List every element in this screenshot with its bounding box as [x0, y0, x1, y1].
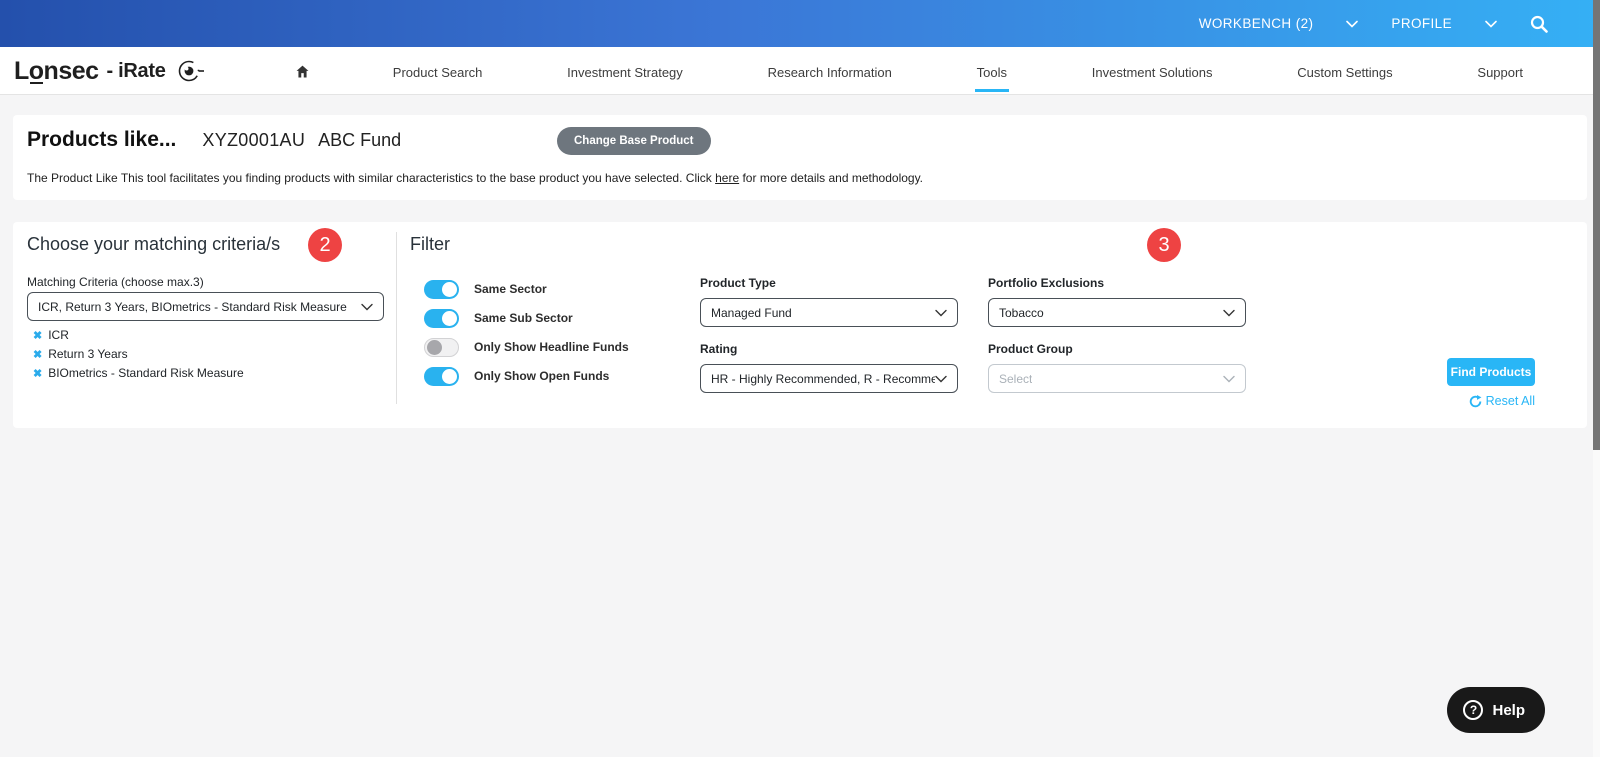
toggle-row: Only Show Open Funds [424, 366, 629, 386]
step-badge-3: 3 [1147, 228, 1181, 262]
toggle-label: Only Show Open Funds [474, 369, 610, 383]
nav-custom-settings[interactable]: Custom Settings [1295, 50, 1394, 92]
question-icon: ? [1463, 700, 1484, 720]
criteria-tag-label: ICR [48, 328, 69, 342]
nav-investment-strategy[interactable]: Investment Strategy [565, 50, 685, 92]
portfolio-exclusions-label: Portfolio Exclusions [988, 276, 1105, 290]
same-sector-toggle[interactable] [424, 279, 459, 299]
product-type-value: Managed Fund [711, 305, 792, 320]
product-group-label: Product Group [988, 342, 1073, 356]
headline-funds-toggle[interactable] [424, 337, 459, 357]
product-type-select[interactable]: Managed Fund [700, 298, 958, 327]
nav-home[interactable] [295, 64, 310, 79]
step-badge-2: 2 [308, 228, 342, 262]
criteria-tag-label: BIOmetrics - Standard Risk Measure [48, 366, 244, 380]
chevron-down-icon [361, 303, 373, 310]
nav-support[interactable]: Support [1475, 50, 1525, 92]
top-bar: WORKBENCH (2) PROFILE [0, 0, 1600, 47]
chevron-down-icon [935, 309, 947, 316]
nav-tools[interactable]: Tools [974, 50, 1009, 92]
criteria-tag: ✖ ICR [33, 328, 244, 342]
same-sub-sector-toggle[interactable] [424, 308, 459, 328]
toggle-label: Only Show Headline Funds [474, 340, 629, 354]
open-funds-toggle[interactable] [424, 366, 459, 386]
portfolio-exclusions-value: Tobacco [999, 305, 1044, 320]
filter-toggles: Same Sector Same Sub Sector Only Show He… [424, 279, 629, 386]
nav-investment-solutions[interactable]: Investment Solutions [1090, 50, 1215, 92]
workbench-menu[interactable]: WORKBENCH (2) [1199, 16, 1314, 31]
change-base-product-button[interactable]: Change Base Product [557, 127, 711, 155]
base-product-code: XYZ0001AU [202, 129, 306, 150]
toggle-row: Only Show Headline Funds [424, 337, 629, 357]
criteria-tag-label: Return 3 Years [48, 347, 128, 361]
matching-criteria-select[interactable]: ICR, Return 3 Years, BIOmetrics - Standa… [27, 292, 384, 321]
remove-criteria-icon[interactable]: ✖ [33, 367, 42, 380]
remove-criteria-icon[interactable]: ✖ [33, 348, 42, 361]
vertical-scrollbar-thumb[interactable] [1593, 0, 1600, 450]
toggle-label: Same Sub Sector [474, 311, 573, 325]
search-icon[interactable] [1530, 15, 1548, 33]
matching-criteria-label: Matching Criteria (choose max.3) [27, 275, 204, 289]
help-label: Help [1492, 701, 1525, 719]
rating-value: HR - Highly Recommended, R - Recommended [711, 371, 935, 386]
vertical-scrollbar-track[interactable] [1593, 0, 1600, 757]
lonsec-irate-logo[interactable]: Lonsec - iRate [14, 47, 206, 95]
toggle-row: Same Sector [424, 279, 629, 299]
description-text-after: for more details and methodology. [739, 171, 924, 185]
description-text: The Product Like This tool facilitates y… [27, 171, 716, 185]
help-button[interactable]: ? Help [1447, 687, 1545, 733]
reset-icon [1469, 394, 1482, 407]
irate-eye-icon [178, 60, 204, 82]
base-product-name: ABC Fund [318, 129, 402, 150]
chevron-down-icon [1223, 309, 1235, 316]
chevron-down-icon [935, 375, 947, 382]
product-group-placeholder: Select [999, 371, 1033, 386]
matching-criteria-value: ICR, Return 3 Years, BIOmetrics - Standa… [38, 299, 347, 314]
chevron-down-icon[interactable] [1485, 20, 1497, 28]
criteria-tag: ✖ BIOmetrics - Standard Risk Measure [33, 366, 244, 380]
nav-research-information[interactable]: Research Information [766, 50, 894, 92]
brand-name: Lonsec [14, 56, 99, 85]
rating-select[interactable]: HR - Highly Recommended, R - Recommended [700, 364, 958, 393]
main-navbar: Lonsec - iRate Product Search Investment… [0, 47, 1600, 95]
chevron-down-icon [1223, 375, 1235, 382]
criteria-tag: ✖ Return 3 Years [33, 347, 244, 361]
find-products-button[interactable]: Find Products [1447, 358, 1535, 386]
products-like-panel: Products like... XYZ0001AU ABC Fund Chan… [13, 115, 1587, 200]
product-type-label: Product Type [700, 276, 776, 290]
toggle-row: Same Sub Sector [424, 308, 629, 328]
details-here-link[interactable]: here [715, 171, 739, 185]
selected-criteria-list: ✖ ICR ✖ Return 3 Years ✖ BIOmetrics - St… [33, 328, 244, 380]
tool-description: The Product Like This tool facilitates y… [27, 171, 923, 185]
reset-all-label: Reset All [1485, 394, 1535, 408]
product-group-select[interactable]: Select [988, 364, 1246, 393]
criteria-filter-panel: Choose your matching criteria/s 2 Matchi… [13, 222, 1587, 428]
reset-all-link[interactable]: Reset All [1469, 394, 1535, 408]
brand-suffix: - iRate [106, 59, 166, 82]
remove-criteria-icon[interactable]: ✖ [33, 329, 42, 342]
chevron-down-icon[interactable] [1346, 20, 1359, 28]
home-icon [296, 65, 309, 77]
rating-label: Rating [700, 342, 738, 356]
page-title: Products like... [27, 128, 177, 151]
toggle-label: Same Sector [474, 282, 547, 296]
nav-product-search[interactable]: Product Search [391, 50, 485, 92]
section-divider [396, 232, 397, 404]
profile-menu[interactable]: PROFILE [1391, 16, 1452, 31]
filter-section-title: Filter [410, 234, 450, 254]
criteria-section-title: Choose your matching criteria/s [27, 234, 281, 254]
portfolio-exclusions-select[interactable]: Tobacco [988, 298, 1246, 327]
